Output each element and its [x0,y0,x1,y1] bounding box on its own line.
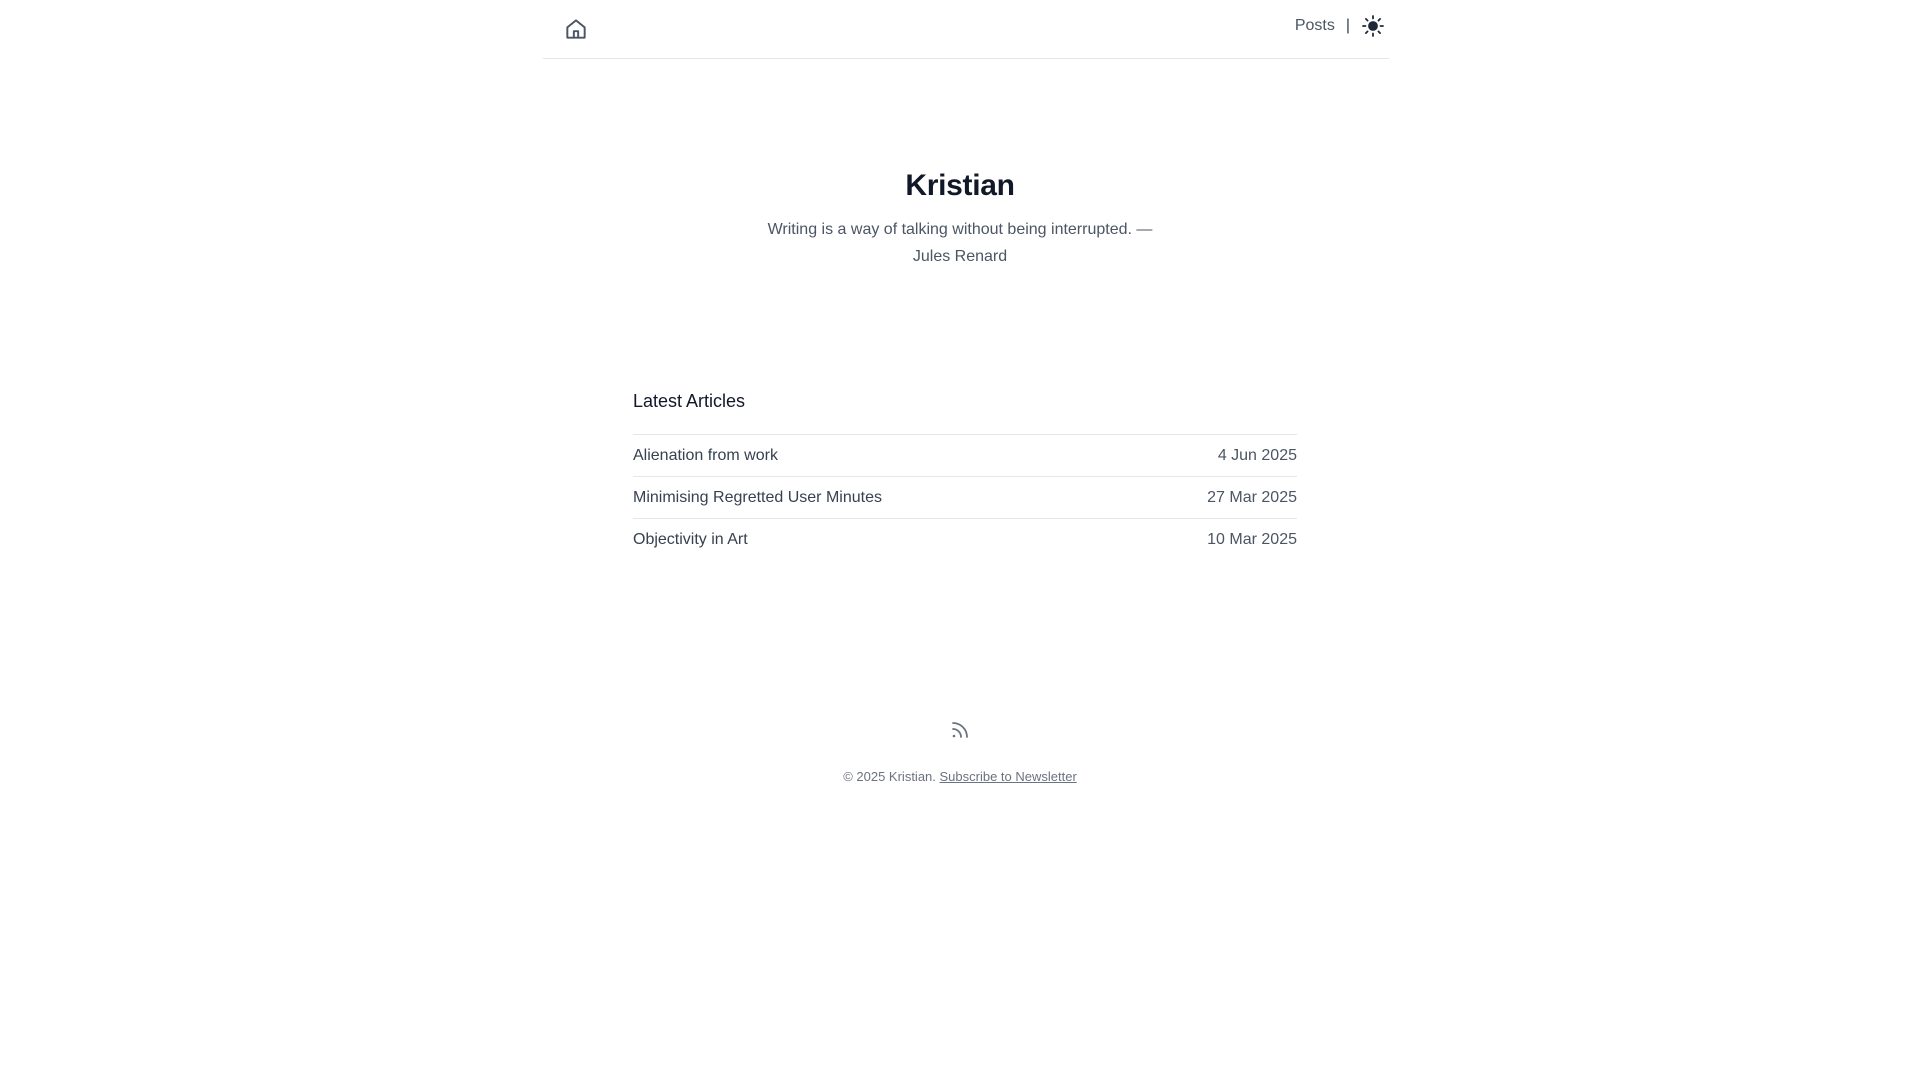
hero-section: Kristian Writing is a way of talking wit… [0,166,1920,270]
rss-icon [952,722,968,738]
latest-articles-heading: Latest Articles [633,387,1297,435]
site-tagline-quote: Writing is a way of talking without bein… [767,221,1153,265]
article-title-link[interactable]: Minimising Regretted User Minutes [633,489,882,507]
article-row: Objectivity in Art 10 Mar 2025 [633,519,1297,561]
copyright-text: © 2025 Kristian. [843,769,936,784]
article-date: 27 Mar 2025 [1207,488,1297,506]
site-title: Kristian [905,169,1015,202]
article-title-link[interactable]: Objectivity in Art [633,531,748,549]
article-title-link[interactable]: Alienation from work [633,447,778,465]
footer-text: © 2025 Kristian. Subscribe to Newsletter [0,769,1920,784]
theme-toggle-button[interactable] [1360,13,1386,39]
site-header: Posts | [543,0,1389,59]
article-date: 4 Jun 2025 [1217,446,1297,464]
rss-link[interactable] [948,718,972,742]
article-date: 10 Mar 2025 [1207,531,1297,548]
article-row: Minimising Regretted User Minutes 27 Mar… [633,477,1297,519]
latest-articles-section: Latest Articles Alienation from work 4 J… [633,387,1297,561]
sun-icon [1362,15,1384,37]
nav-posts-link[interactable]: Posts [1295,17,1335,35]
nav-separator: | [1345,17,1350,34]
home-link[interactable] [563,16,589,42]
article-row: Alienation from work 4 Jun 2025 [633,435,1297,477]
main-nav: Posts | [1295,14,1386,38]
subscribe-newsletter-link[interactable]: Subscribe to Newsletter [940,769,1077,784]
site-footer: © 2025 Kristian. Subscribe to Newsletter [0,718,1920,784]
home-icon [566,19,586,39]
